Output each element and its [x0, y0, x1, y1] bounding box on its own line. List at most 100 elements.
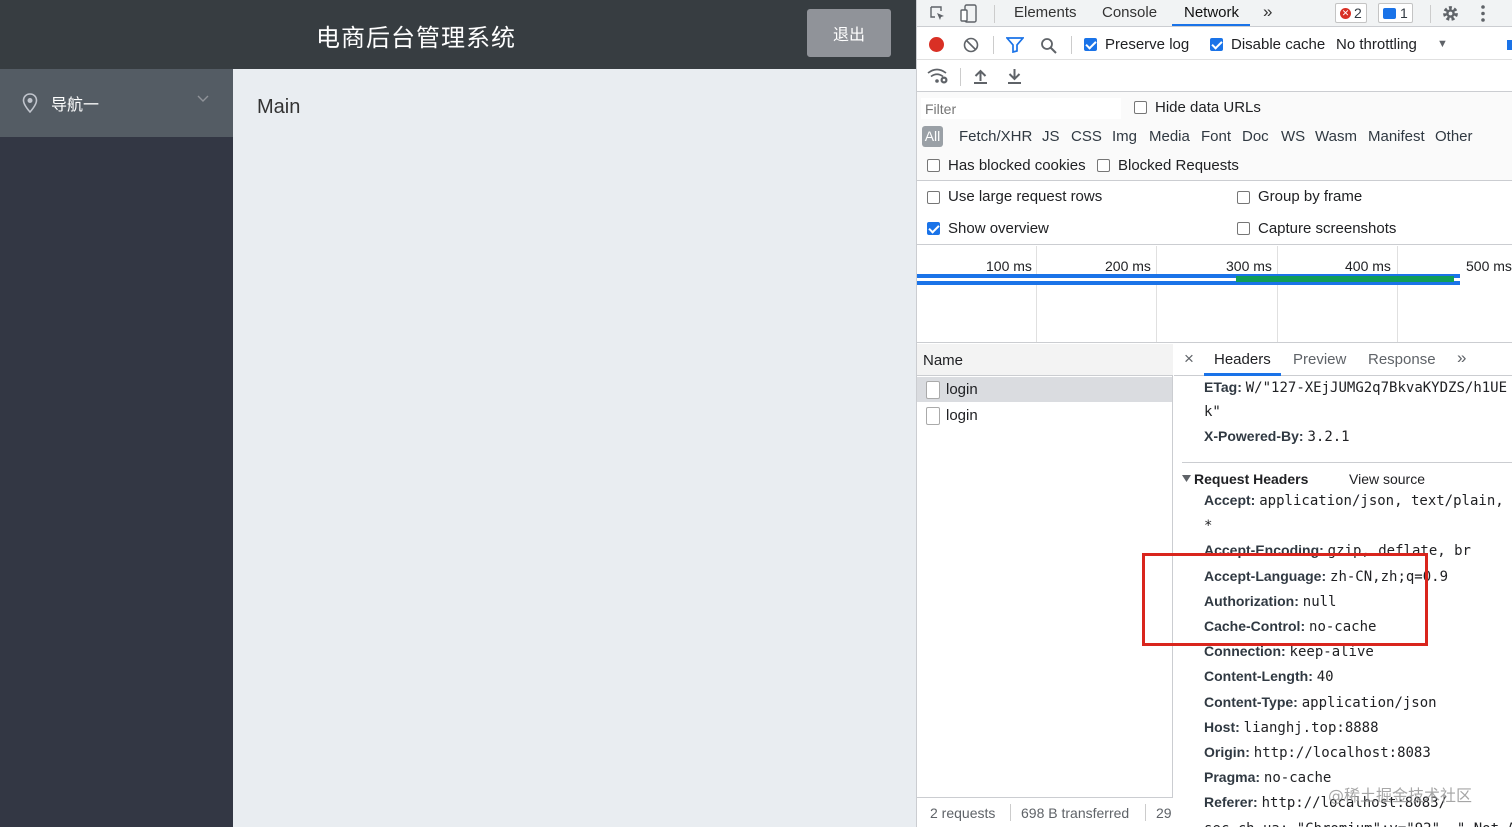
- request-name: login: [946, 407, 978, 424]
- header-value: http://localhost:8083: [1253, 745, 1431, 761]
- tab-response[interactable]: Response: [1368, 351, 1436, 368]
- timeline-gridline: [1036, 246, 1037, 342]
- filter-icon[interactable]: [1006, 37, 1024, 53]
- more-tabs-button[interactable]: »: [1263, 2, 1272, 22]
- tab-headers[interactable]: Headers: [1214, 351, 1271, 368]
- group-by-frame-checkbox[interactable]: [1237, 191, 1250, 204]
- request-headers-section[interactable]: Request Headers View source: [1182, 462, 1512, 492]
- hide-data-urls-checkbox[interactable]: [1134, 101, 1147, 114]
- devtools-panel: Elements Console Network » ✕ 2 1 Preserv…: [916, 0, 1512, 827]
- request-header-row: sec-ch-ua: "Chromium";v="92", " Not A: [1204, 820, 1512, 827]
- header-value: 3.2.1: [1307, 429, 1350, 445]
- document-icon: [926, 381, 940, 399]
- timeline-gridline: [1397, 246, 1398, 342]
- response-header-row: ETag: W/"127-XEjJUMG2q7BkvaKYDZS/h1UE: [1204, 379, 1507, 396]
- record-icon[interactable]: [929, 37, 944, 52]
- sidebar-item-nav-1[interactable]: 导航一: [0, 69, 233, 137]
- transferred-size: 698 B transferred: [1021, 805, 1130, 821]
- settings-gear-icon[interactable]: [1441, 4, 1460, 23]
- blocked-requests-label: Blocked Requests: [1118, 157, 1239, 174]
- clear-icon[interactable]: [963, 37, 979, 53]
- name-column-header[interactable]: Name: [917, 344, 1173, 376]
- more-detail-tabs-button[interactable]: »: [1457, 348, 1466, 368]
- active-tab-indicator: [1204, 373, 1281, 376]
- use-large-rows-label: Use large request rows: [948, 188, 1103, 205]
- type-filter-font[interactable]: Font: [1201, 128, 1231, 145]
- header-key: Pragma:: [1204, 769, 1261, 786]
- active-tab-indicator: [1172, 24, 1250, 26]
- type-filter-other[interactable]: Other: [1435, 128, 1473, 145]
- type-filter-fetch-xhr[interactable]: Fetch/XHR: [959, 128, 1032, 145]
- timeline-gridline: [1277, 246, 1278, 342]
- show-overview-checkbox[interactable]: [927, 222, 940, 235]
- error-count-badge[interactable]: ✕ 2: [1335, 3, 1367, 23]
- capture-screenshots-checkbox[interactable]: [1237, 222, 1250, 235]
- toolbar-divider: [1071, 36, 1072, 54]
- tab-elements[interactable]: Elements: [1014, 4, 1077, 21]
- timeline-waiting-bar: [1236, 276, 1454, 282]
- type-filter-manifest[interactable]: Manifest: [1368, 128, 1425, 145]
- type-filter-img[interactable]: Img: [1112, 128, 1137, 145]
- use-large-rows-checkbox[interactable]: [927, 191, 940, 204]
- timeline-tick-label: 500 ms: [1466, 258, 1512, 274]
- view-source-link[interactable]: View source: [1349, 471, 1425, 487]
- screenshot-root: 电商后台管理系统 退出 导航一 Main Elements Console Ne…: [0, 0, 1512, 827]
- type-filter-doc[interactable]: Doc: [1242, 128, 1269, 145]
- type-filter-all[interactable]: All: [922, 126, 943, 147]
- type-filter-media[interactable]: Media: [1149, 128, 1190, 145]
- header-value: *: [1204, 518, 1213, 535]
- request-row[interactable]: login: [917, 403, 1172, 428]
- device-toolbar-icon[interactable]: [960, 4, 978, 23]
- timeline-tick-label: 400 ms: [1345, 258, 1391, 274]
- type-filter-css[interactable]: CSS: [1071, 128, 1102, 145]
- header-value: application/json, text/plain,: [1259, 493, 1504, 509]
- request-name: login: [946, 381, 978, 398]
- tab-network[interactable]: Network: [1184, 4, 1239, 21]
- tabbar-divider: [994, 5, 995, 23]
- search-icon[interactable]: [1040, 37, 1057, 54]
- app-window: 电商后台管理系统 退出 导航一 Main: [0, 0, 916, 827]
- header-value: no-cache: [1263, 770, 1332, 787]
- message-count-badge[interactable]: 1: [1378, 3, 1413, 23]
- type-filter-ws[interactable]: WS: [1281, 128, 1305, 145]
- disable-cache-label: Disable cache: [1231, 36, 1326, 53]
- throttling-dropdown-arrow[interactable]: ▼: [1437, 38, 1448, 50]
- document-icon: [926, 407, 940, 425]
- capture-screenshots-label: Capture screenshots: [1258, 220, 1397, 237]
- type-filter-js[interactable]: JS: [1042, 128, 1060, 145]
- type-filter-wasm[interactable]: Wasm: [1315, 128, 1357, 145]
- request-row[interactable]: login: [917, 377, 1172, 402]
- watermark: @稀土掘金技术社区: [1328, 786, 1473, 805]
- import-har-icon[interactable]: [973, 68, 988, 84]
- request-headers-title: Request Headers: [1194, 471, 1309, 487]
- group-by-frame-label: Group by frame: [1258, 188, 1363, 205]
- header-value: keep-alive: [1289, 644, 1374, 661]
- throttling-select[interactable]: No throttling: [1336, 36, 1417, 53]
- message-icon: [1383, 7, 1396, 19]
- preserve-log-checkbox[interactable]: [1084, 38, 1097, 51]
- details-tabbar: × Headers Preview Response »: [1174, 344, 1512, 376]
- status-divider: [1145, 804, 1146, 821]
- blocked-requests-checkbox[interactable]: [1097, 159, 1110, 172]
- network-conditions-icon[interactable]: [927, 67, 949, 85]
- header-key: Content-Type:: [1204, 693, 1298, 710]
- header-key: X-Powered-By:: [1204, 428, 1304, 444]
- close-details-button[interactable]: ×: [1184, 349, 1194, 369]
- disable-cache-checkbox[interactable]: [1210, 38, 1223, 51]
- header-key: Referer:: [1204, 794, 1258, 811]
- tab-preview[interactable]: Preview: [1293, 351, 1346, 368]
- inspect-element-icon[interactable]: [929, 5, 946, 22]
- app-title: 电商后台管理系统: [316, 24, 516, 52]
- kebab-menu-icon[interactable]: [1479, 4, 1487, 23]
- network-toolbar: Preserve log Disable cache No throttling…: [917, 28, 1512, 60]
- timeline-request-bar-gap: [917, 278, 1236, 281]
- has-blocked-cookies-checkbox[interactable]: [927, 159, 940, 172]
- export-har-icon[interactable]: [1007, 68, 1022, 84]
- red-highlight-box: [1142, 553, 1428, 646]
- header-value: application/json: [1301, 694, 1437, 711]
- request-count: 2 requests: [930, 805, 996, 821]
- logout-button[interactable]: 退出: [807, 9, 891, 57]
- tab-console[interactable]: Console: [1102, 4, 1157, 21]
- filter-input[interactable]: [921, 98, 1121, 119]
- triangle-down-icon: [1182, 475, 1191, 482]
